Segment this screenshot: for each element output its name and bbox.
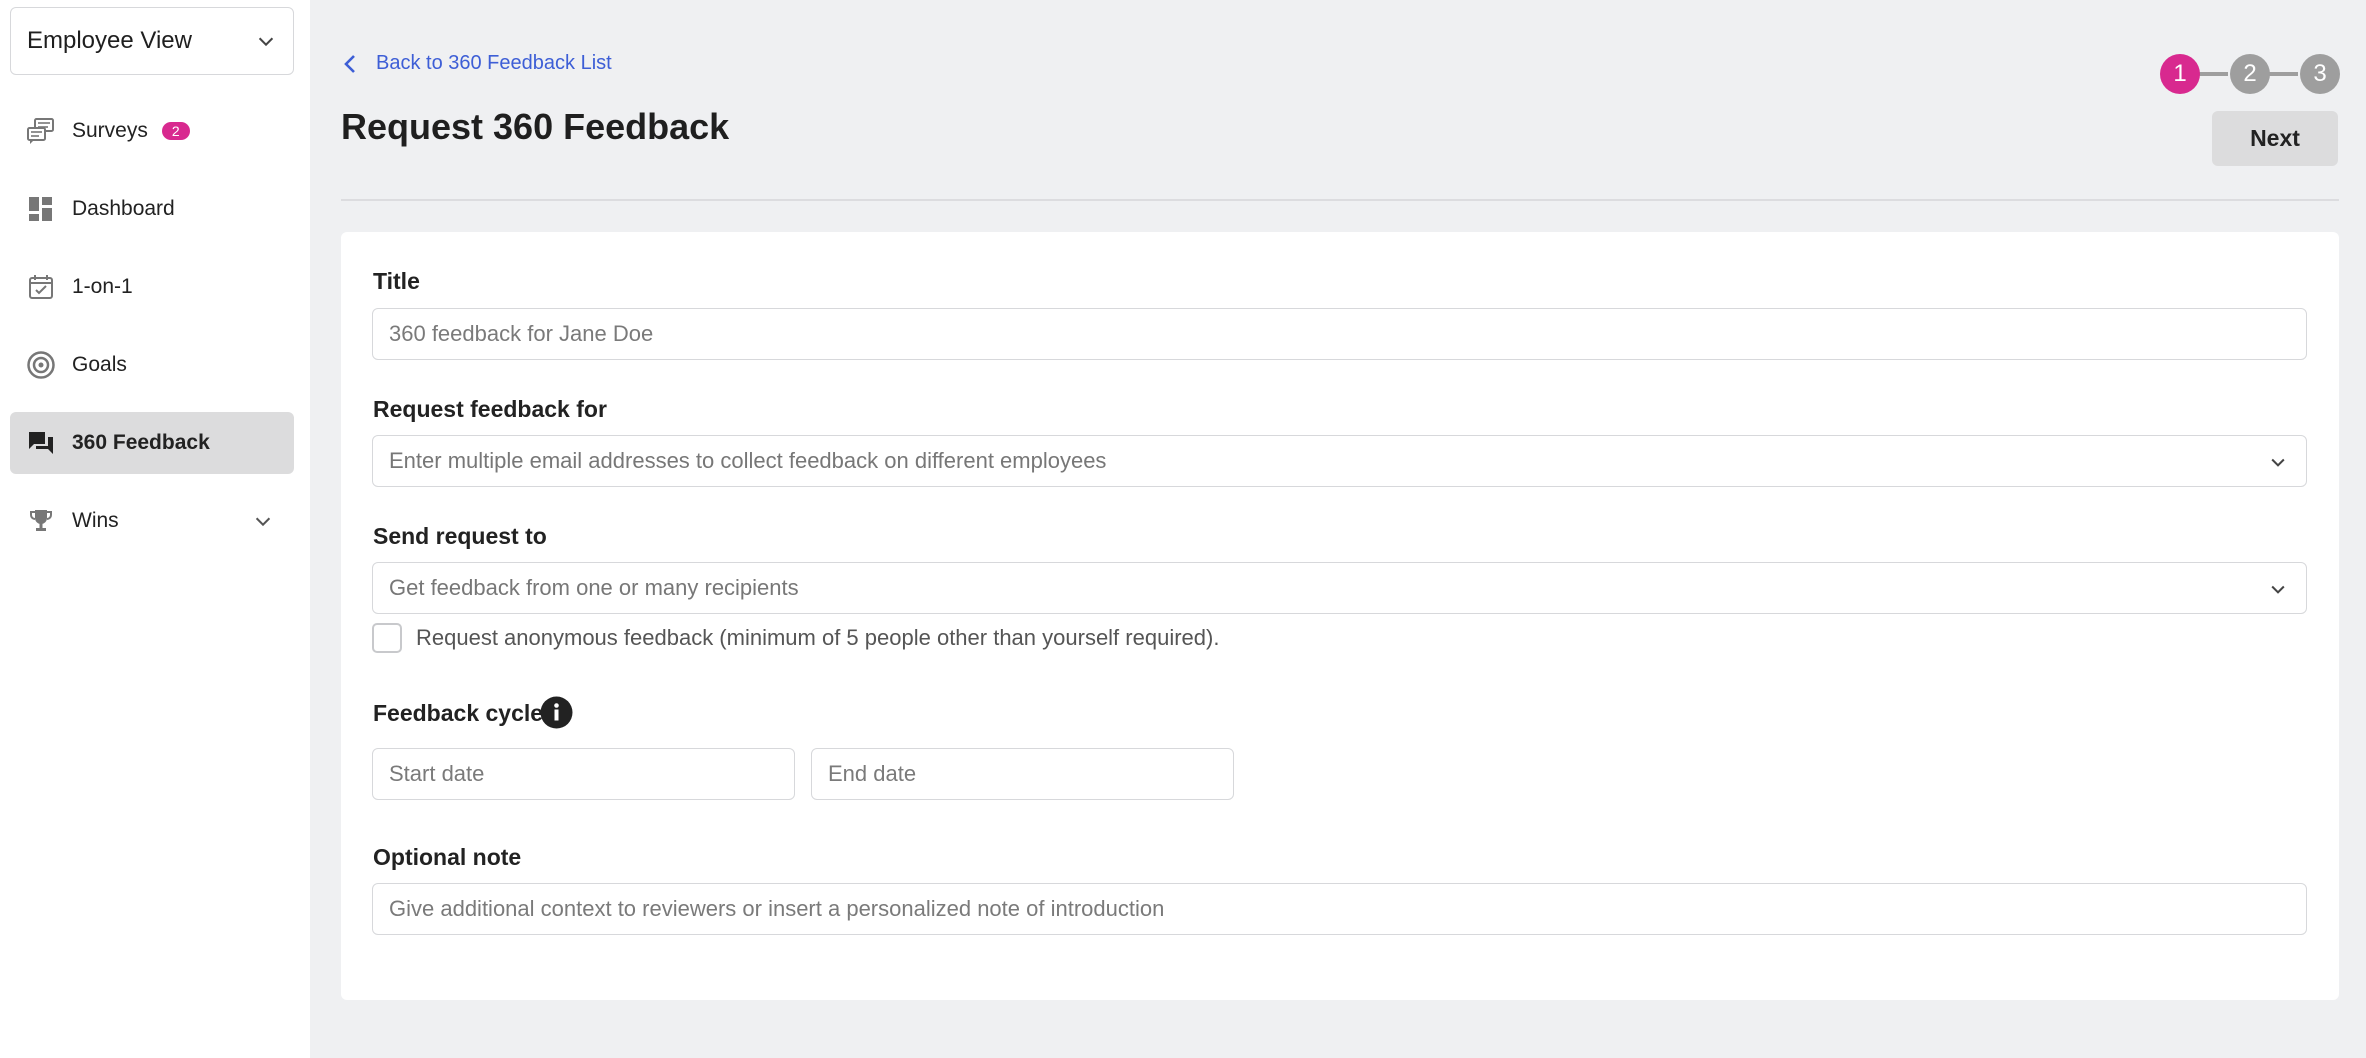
sidebar-item-label: Goals	[72, 353, 127, 376]
header-divider	[341, 199, 2339, 201]
dashboard-icon	[26, 194, 56, 224]
sidebar-item-label: Surveys	[72, 119, 148, 142]
step-connector	[2196, 72, 2228, 76]
request-for-select[interactable]: Enter multiple email addresses to collec…	[372, 435, 2307, 487]
send-to-label: Send request to	[373, 523, 547, 549]
back-to-list-link[interactable]: Back to 360 Feedback List	[342, 52, 612, 75]
sidebar: Employee View Surveys 2 Dashboard 1-on-1	[0, 0, 310, 1058]
view-selector-label: Employee View	[27, 27, 192, 54]
title-label: Title	[373, 268, 420, 294]
sidebar-item-1-on-1[interactable]: 1-on-1	[10, 256, 294, 318]
sidebar-item-dashboard[interactable]: Dashboard	[10, 178, 294, 240]
trophy-icon	[26, 506, 56, 536]
anonymous-feedback-option: Request anonymous feedback (minimum of 5…	[372, 623, 1219, 653]
sidebar-item-360-feedback[interactable]: 360 Feedback	[10, 412, 294, 474]
feedback-cycle-label: Feedback cycle	[373, 700, 544, 726]
sidebar-item-label: 360 Feedback	[72, 431, 210, 454]
sidebar-nav: Surveys 2 Dashboard 1-on-1 Goals 360 Fee…	[10, 100, 294, 568]
chevron-down-icon	[2271, 458, 2285, 467]
optional-note-label: Optional note	[373, 844, 522, 870]
chevron-down-icon	[258, 37, 274, 47]
step-3: 3	[2300, 54, 2340, 94]
send-to-select[interactable]: Get feedback from one or many recipients	[372, 562, 2307, 614]
title-input[interactable]	[372, 308, 2307, 360]
chevron-down-icon	[2271, 585, 2285, 594]
anonymous-feedback-label: Request anonymous feedback (minimum of 5…	[416, 625, 1220, 650]
sidebar-item-label: Wins	[72, 509, 119, 532]
request-for-label: Request feedback for	[373, 396, 607, 422]
request-for-placeholder: Enter multiple email addresses to collec…	[389, 448, 1107, 473]
chevron-down-icon[interactable]	[252, 510, 274, 532]
step-connector	[2266, 72, 2298, 76]
step-1: 1	[2160, 54, 2200, 94]
send-to-placeholder: Get feedback from one or many recipients	[389, 575, 799, 600]
sidebar-item-label: Dashboard	[72, 197, 175, 220]
request-form-card: Title Request feedback for Enter multipl…	[341, 232, 2339, 1000]
sidebar-item-label: 1-on-1	[72, 275, 133, 298]
sidebar-item-wins[interactable]: Wins	[10, 490, 294, 552]
info-icon[interactable]	[540, 696, 573, 729]
chat-icon	[26, 428, 56, 458]
view-selector[interactable]: Employee View	[10, 7, 294, 75]
sidebar-item-surveys[interactable]: Surveys 2	[10, 100, 294, 162]
next-button[interactable]: Next	[2212, 111, 2338, 166]
target-icon	[26, 350, 56, 380]
chevron-left-icon	[344, 54, 355, 73]
calendar-check-icon	[26, 272, 56, 302]
survey-icon	[26, 116, 56, 146]
end-date-input[interactable]	[811, 748, 1234, 800]
surveys-count-badge: 2	[161, 122, 190, 140]
back-link-label: Back to 360 Feedback List	[376, 52, 612, 74]
sidebar-item-goals[interactable]: Goals	[10, 334, 294, 396]
anonymous-feedback-checkbox[interactable]	[372, 623, 402, 653]
start-date-input[interactable]	[372, 748, 795, 800]
step-2: 2	[2230, 54, 2270, 94]
page-title: Request 360 Feedback	[341, 106, 730, 147]
progress-stepper: 1 2 3	[2160, 54, 2340, 94]
optional-note-input[interactable]	[372, 883, 2307, 935]
